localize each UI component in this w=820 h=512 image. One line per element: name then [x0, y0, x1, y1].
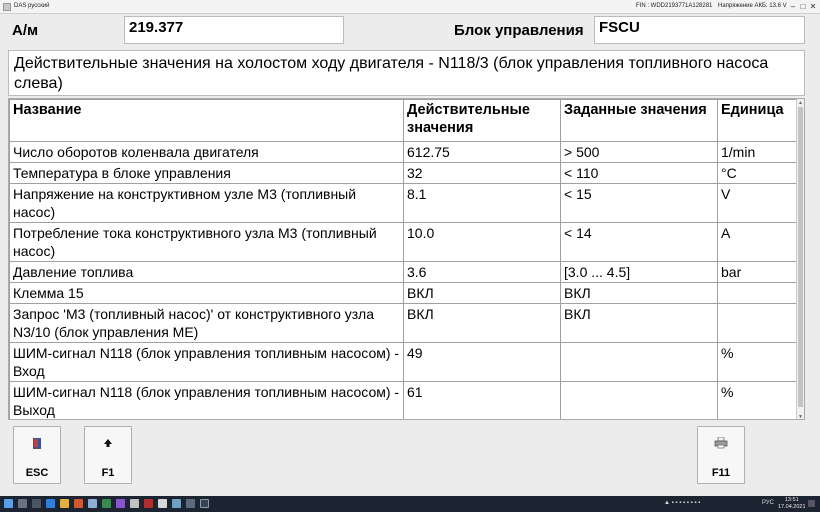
cell-unit	[717, 282, 799, 304]
cell-name: Клемма 15	[9, 282, 404, 304]
table-row: ШИМ-сигнал N118 (блок управления топливн…	[9, 381, 799, 419]
cell-specified: < 15	[560, 183, 718, 223]
f1-button-label: F1	[101, 467, 115, 479]
app-icon-3[interactable]	[102, 499, 111, 508]
search-icon[interactable]	[18, 499, 27, 508]
table-row: Потребление тока конструктивного узла M3…	[9, 222, 799, 262]
table-header-row: Название Действительные значения Заданны…	[9, 99, 799, 142]
cell-name: Потребление тока конструктивного узла M3…	[9, 222, 404, 262]
scrollbar-thumb[interactable]	[798, 107, 803, 407]
cell-actual: 49	[403, 342, 561, 382]
app-icon-2[interactable]	[88, 499, 97, 508]
cell-name: Число оборотов коленвала двигателя	[9, 141, 404, 163]
app-icon-4[interactable]	[116, 499, 125, 508]
esc-button[interactable]: ESC	[13, 426, 61, 484]
arrow-up-icon	[85, 437, 131, 451]
cell-specified: > 500	[560, 141, 718, 163]
table-row: Число оборотов коленвала двигателя 612.7…	[9, 141, 799, 163]
cell-actual: 3.6	[403, 261, 561, 283]
cell-name: Давление топлива	[9, 261, 404, 283]
file-explorer-icon[interactable]	[60, 499, 69, 508]
maximize-icon[interactable]: □	[798, 1, 808, 12]
clock[interactable]: 13:51 17.04.2021	[778, 497, 806, 511]
app-icon-5[interactable]	[130, 499, 139, 508]
cell-actual: 32	[403, 162, 561, 184]
fin-readout: FIN : WDD2193771A128281	[636, 3, 713, 9]
window-title: DAS русский	[14, 3, 50, 9]
cell-specified: ВКЛ	[560, 282, 718, 304]
window-title-bar: DAS русский FIN : WDD2193771A128281 Напр…	[0, 0, 820, 14]
book-icon	[14, 437, 60, 453]
close-icon[interactable]: ✕	[808, 1, 818, 12]
edge-browser-icon[interactable]	[46, 499, 55, 508]
notifications-icon[interactable]	[808, 500, 815, 507]
vertical-scrollbar[interactable]: ▲ ▼	[796, 99, 804, 419]
ecu-value: FSCU	[594, 16, 805, 44]
table-row: Запрос 'M3 (топливный насос)' от констру…	[9, 303, 799, 343]
cell-unit: V	[717, 183, 799, 223]
app-icon-9[interactable]	[186, 499, 195, 508]
cell-actual: ВКЛ	[403, 303, 561, 343]
task-view-icon[interactable]	[32, 499, 41, 508]
clock-date: 17.04.2021	[778, 504, 806, 510]
actual-values-table: Название Действительные значения Заданны…	[8, 98, 805, 420]
f11-button[interactable]: F11	[697, 426, 745, 484]
cell-name: Напряжение на конструктивном узле M3 (то…	[9, 183, 404, 223]
ecu-label: Блок управления	[454, 22, 584, 39]
app-icon-7[interactable]	[158, 499, 167, 508]
cell-unit: 1/min	[717, 141, 799, 163]
cell-specified: [3.0 ... 4.5]	[560, 261, 718, 283]
table-row: ШИМ-сигнал N118 (блок управления топливн…	[9, 342, 799, 382]
column-header-name: Название	[9, 99, 404, 142]
esc-button-label: ESC	[25, 467, 49, 479]
cell-name: ШИМ-сигнал N118 (блок управления топливн…	[9, 342, 404, 382]
cell-actual: 8.1	[403, 183, 561, 223]
cell-name: Температура в блоке управления	[9, 162, 404, 184]
battery-voltage-readout: Напряжение АКБ: 13.6 V	[718, 3, 787, 9]
f1-button[interactable]: F1	[84, 426, 132, 484]
cell-actual: 10.0	[403, 222, 561, 262]
table-row: Клемма 15 ВКЛ ВКЛ	[9, 282, 799, 304]
cell-specified: < 110	[560, 162, 718, 184]
app-icon-1[interactable]	[74, 499, 83, 508]
cell-name: ШИМ-сигнал N118 (блок управления топливн…	[9, 381, 404, 419]
das-app-icon[interactable]	[200, 499, 209, 508]
vehicle-value: 219.377	[124, 16, 344, 44]
cell-name: Запрос 'M3 (топливный насос)' от констру…	[9, 303, 404, 343]
cell-actual: ВКЛ	[403, 282, 561, 304]
header-panel: А/м 219.377 Блок управления FSCU	[8, 16, 805, 48]
scroll-up-icon[interactable]: ▲	[798, 100, 803, 106]
cell-specified: ВКЛ	[560, 303, 718, 343]
table-row: Температура в блоке управления 32 < 110 …	[9, 162, 799, 184]
start-menu-icon[interactable]	[4, 499, 13, 508]
column-header-actual: Действительные значения	[403, 99, 561, 142]
taskbar: ▲ ▪ ▪ ▪ ▪ ▪ ▪ ▪ ▪ РУС 13:51 17.04.2021	[0, 496, 820, 512]
cell-unit: bar	[717, 261, 799, 283]
table-row: Давление топлива 3.6 [3.0 ... 4.5] bar	[9, 261, 799, 283]
cell-unit: °C	[717, 162, 799, 184]
cell-specified	[560, 342, 718, 382]
cell-unit	[717, 303, 799, 343]
cell-actual: 612.75	[403, 141, 561, 163]
language-indicator[interactable]: РУС	[762, 500, 774, 506]
cell-specified	[560, 381, 718, 419]
page-title: Действительные значения на холостом ходу…	[8, 50, 805, 96]
table-row: Напряжение на конструктивном узле M3 (то…	[9, 183, 799, 223]
tray-icons[interactable]: ▲ ▪ ▪ ▪ ▪ ▪ ▪ ▪ ▪	[664, 500, 700, 506]
minimize-icon[interactable]: –	[788, 1, 798, 12]
cell-specified: < 14	[560, 222, 718, 262]
cell-unit: A	[717, 222, 799, 262]
app-icon-8[interactable]	[172, 499, 181, 508]
cell-unit: %	[717, 381, 799, 419]
printer-icon	[698, 436, 744, 452]
app-icon	[3, 3, 11, 11]
cell-actual: 61	[403, 381, 561, 419]
column-header-specified: Заданные значения	[560, 99, 718, 142]
app-icon-6[interactable]	[144, 499, 153, 508]
f11-button-label: F11	[711, 467, 731, 479]
clock-time: 13:51	[784, 497, 799, 503]
column-header-unit: Единица	[717, 99, 799, 142]
vehicle-label: А/м	[12, 22, 39, 39]
cell-unit: %	[717, 342, 799, 382]
